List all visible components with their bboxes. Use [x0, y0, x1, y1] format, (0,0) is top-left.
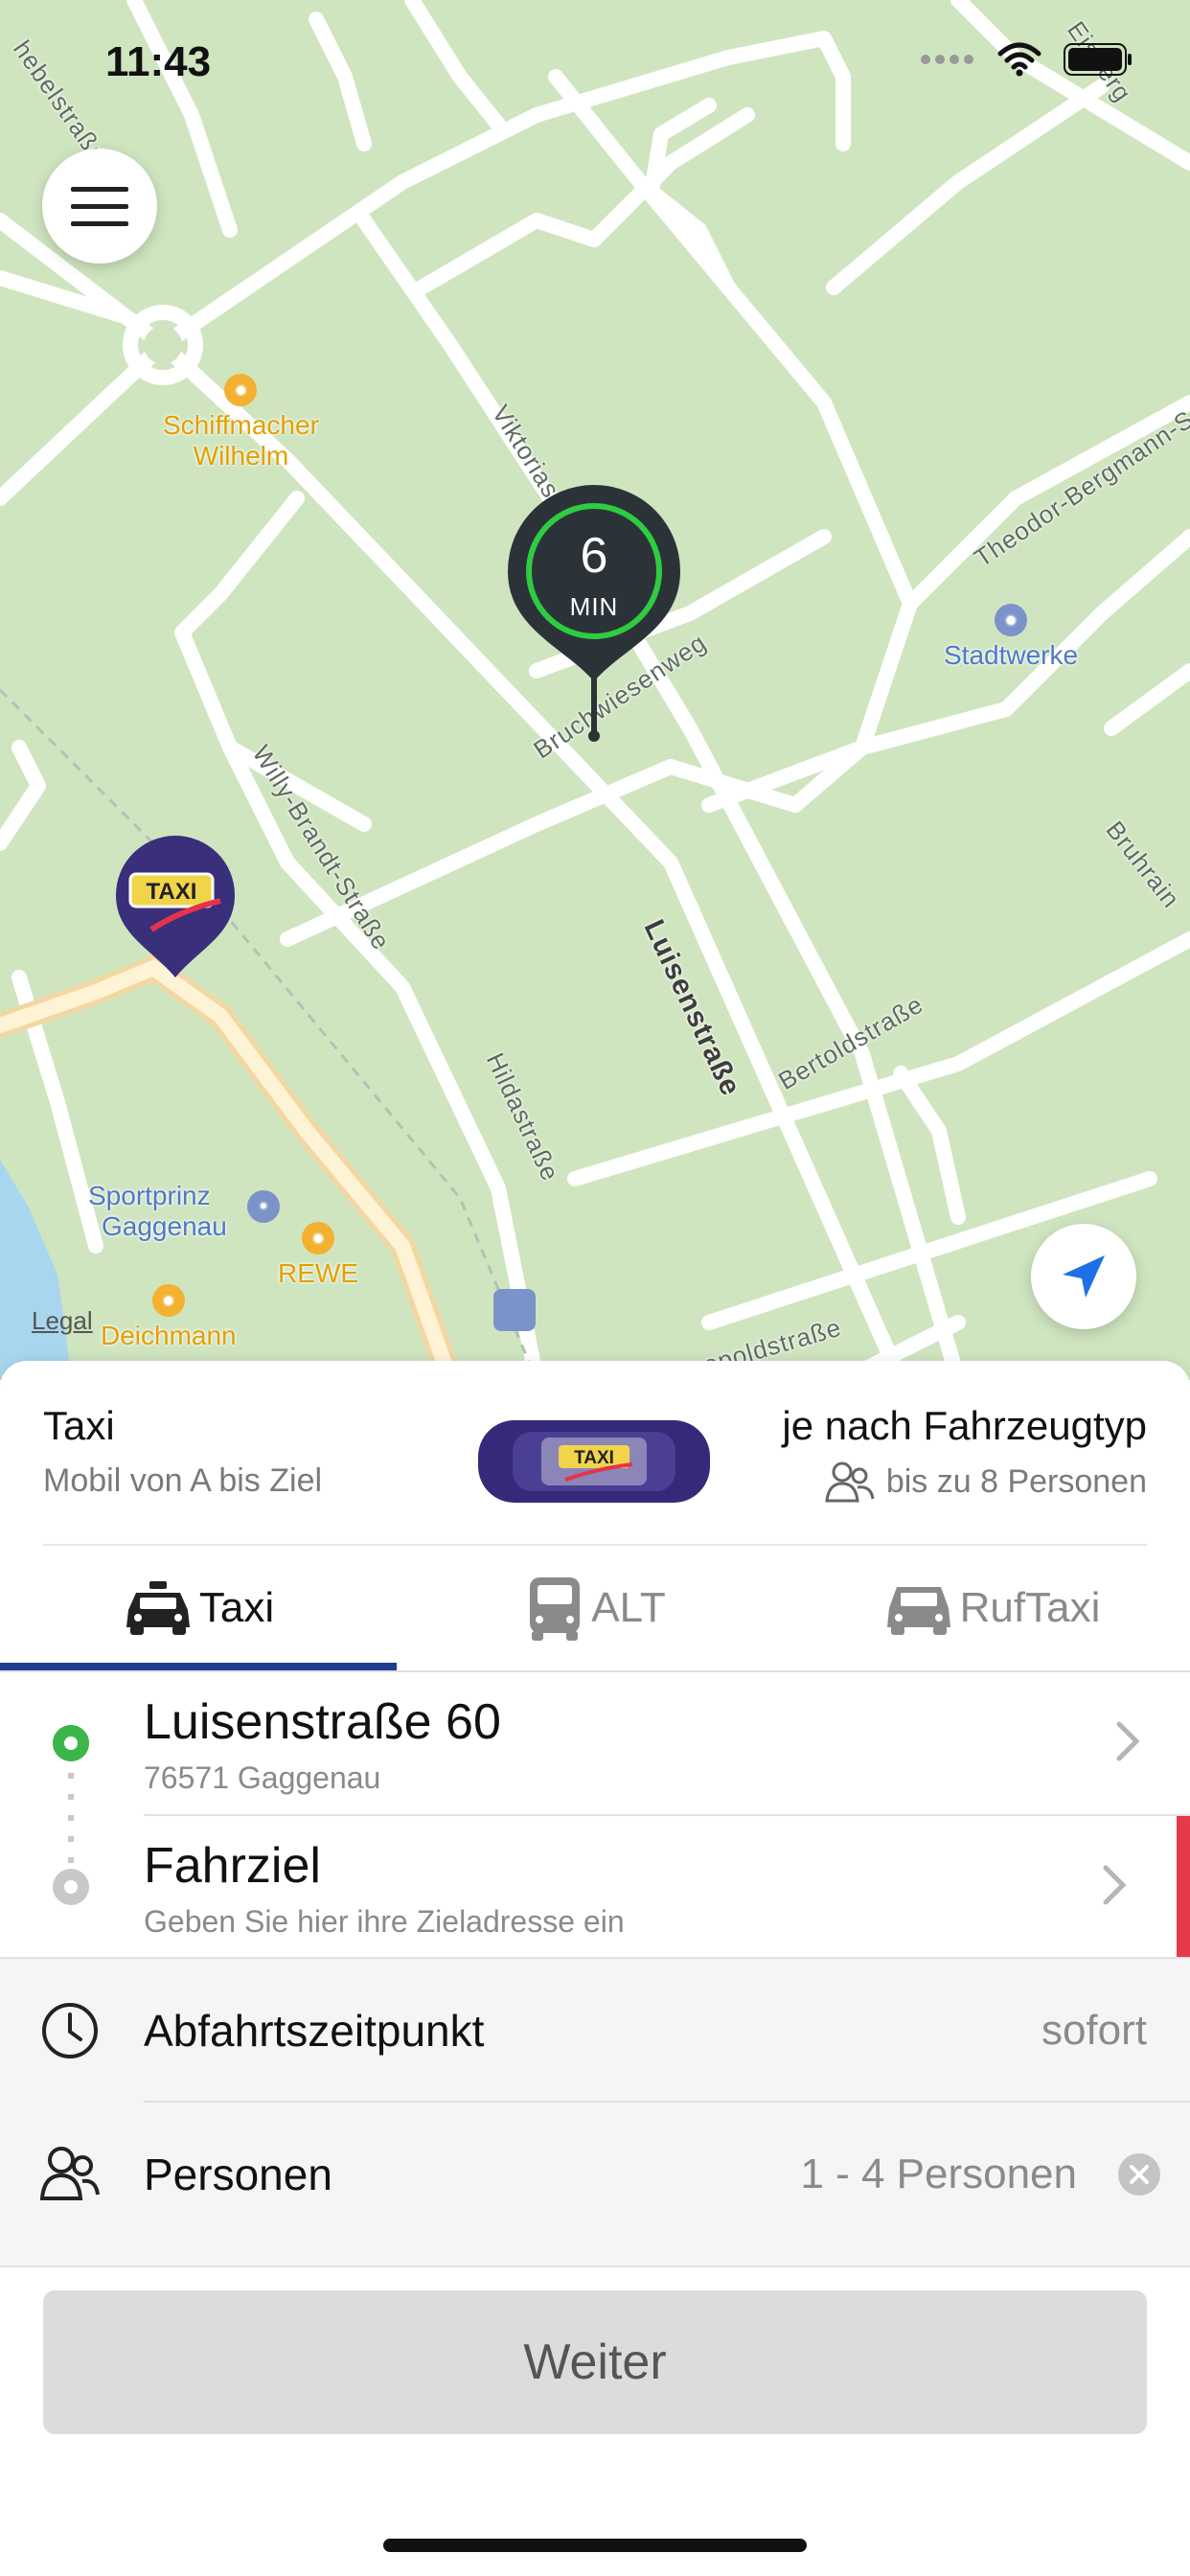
legal-link[interactable]: Legal — [32, 1306, 93, 1336]
poi-label: Schiffmacher — [163, 410, 319, 440]
departure-label: Abfahrtszeitpunkt — [144, 2006, 485, 2056]
hamburger-menu-icon — [71, 187, 128, 226]
required-field-marker — [1177, 1816, 1190, 1958]
location-arrow-icon — [1063, 1255, 1105, 1298]
persons-label: Personen — [144, 2150, 332, 2199]
capacity-info: bis zu 8 Personen — [825, 1460, 1147, 1503]
taxi-vehicle-image: TAXI — [478, 1420, 710, 1503]
capacity-label: bis zu 8 Personen — [885, 1462, 1147, 1500]
dumbbell-icon: • — [247, 1190, 280, 1227]
service-tabs: Taxi ALT RufTaxi — [0, 1546, 1190, 1670]
taxi-car-icon — [126, 1581, 190, 1635]
clear-icon[interactable] — [1117, 2152, 1161, 2196]
poi-label: Stadtwerke — [944, 640, 1079, 670]
poi-label: Gaggenau — [102, 1211, 227, 1241]
origin-street: Luisenstraße 60 — [144, 1694, 501, 1750]
shop-bag-icon: ● — [224, 374, 258, 406]
booking-sheet: Taxi Mobil von A bis Ziel TAXI je nach F… — [0, 1361, 1190, 2576]
shopping-cart-icon: ● — [302, 1222, 334, 1254]
poi-label: Deichmann — [101, 1321, 237, 1350]
poi-sportprinz[interactable]: Sportprinz Gaggenau — [88, 1181, 227, 1242]
map-view[interactable]: hebelstraße Eisberg Viktoriastr Theodor-… — [0, 0, 1190, 1380]
taxi-logo-icon: TAXI — [116, 836, 235, 978]
svg-text:TAXI: TAXI — [147, 879, 197, 905]
clock-icon — [42, 2003, 98, 2058]
taxi-location-pin[interactable]: TAXI — [113, 834, 238, 987]
eta-unit: MIN — [569, 592, 619, 621]
svg-text:TAXI: TAXI — [574, 1448, 614, 1468]
train-station-icon — [493, 1289, 536, 1331]
poi-schiffmacher[interactable]: ● Schiffmacher Wilhelm — [163, 374, 319, 472]
chevron-right-icon — [1116, 1721, 1140, 1761]
battery-icon — [1064, 43, 1132, 76]
tab-label: ALT — [591, 1584, 666, 1631]
chevron-right-icon — [1103, 1865, 1127, 1905]
persons-row[interactable]: Personen 1 - 4 Personen — [0, 2103, 1190, 2244]
poi-deichmann[interactable]: ● Deichmann — [101, 1284, 237, 1351]
continue-button[interactable]: Weiter — [43, 2290, 1147, 2434]
vehicle-type-label: je nach Fahrzeugtyp — [782, 1403, 1147, 1448]
departure-value: sofort — [1041, 2007, 1147, 2054]
poi-label: REWE — [278, 1258, 358, 1288]
destination-address-row[interactable]: Fahrziel Geben Sie hier ihre Zieladresse… — [0, 1816, 1190, 1958]
home-indicator — [383, 2539, 807, 2552]
eta-value: 6 — [580, 528, 608, 584]
trip-options: Abfahrtszeitpunkt sofort Personen 1 - 4 … — [0, 1957, 1190, 2267]
eta-pin[interactable]: 6 MIN — [508, 485, 680, 744]
poi-rewe[interactable]: ● REWE — [278, 1222, 358, 1289]
van-icon — [530, 1577, 581, 1641]
persons-icon — [825, 1461, 875, 1503]
landmark-icon: ● — [995, 604, 1028, 636]
persons-value: 1 - 4 Personen — [800, 2150, 1077, 2197]
tab-ruftaxi[interactable]: RufTaxi — [793, 1546, 1190, 1670]
service-subtitle: Mobil von A bis Ziel — [43, 1462, 323, 1499]
car-icon — [886, 1587, 950, 1635]
cellular-signal-icon — [921, 55, 973, 64]
destination-title: Fahrziel — [144, 1838, 321, 1894]
shoe-icon: ● — [151, 1284, 185, 1317]
status-time: 11:43 — [105, 38, 212, 85]
destination-hint: Geben Sie hier ihre Zieladresse ein — [144, 1904, 625, 1939]
poi-stadtwerke[interactable]: ● Stadtwerke — [944, 604, 1078, 671]
service-title: Taxi — [43, 1403, 115, 1448]
departure-time-row[interactable]: Abfahrtszeitpunkt sofort — [0, 1959, 1190, 2101]
tab-label: Taxi — [198, 1584, 275, 1631]
persons-icon — [40, 2147, 100, 2200]
origin-address-row[interactable]: Luisenstraße 60 76571 Gaggenau — [0, 1672, 1190, 1814]
locate-me-button[interactable] — [1031, 1224, 1136, 1329]
status-icons — [920, 42, 1133, 77]
menu-button[interactable] — [42, 149, 157, 264]
tab-label: RufTaxi — [959, 1584, 1101, 1631]
tab-taxi[interactable]: Taxi — [0, 1546, 397, 1670]
tab-alt[interactable]: ALT — [397, 1546, 793, 1670]
origin-city: 76571 Gaggenau — [144, 1760, 381, 1795]
poi-label: Wilhelm — [193, 441, 289, 471]
poi-label: Sportprinz — [88, 1181, 211, 1210]
wifi-icon — [997, 42, 1041, 77]
